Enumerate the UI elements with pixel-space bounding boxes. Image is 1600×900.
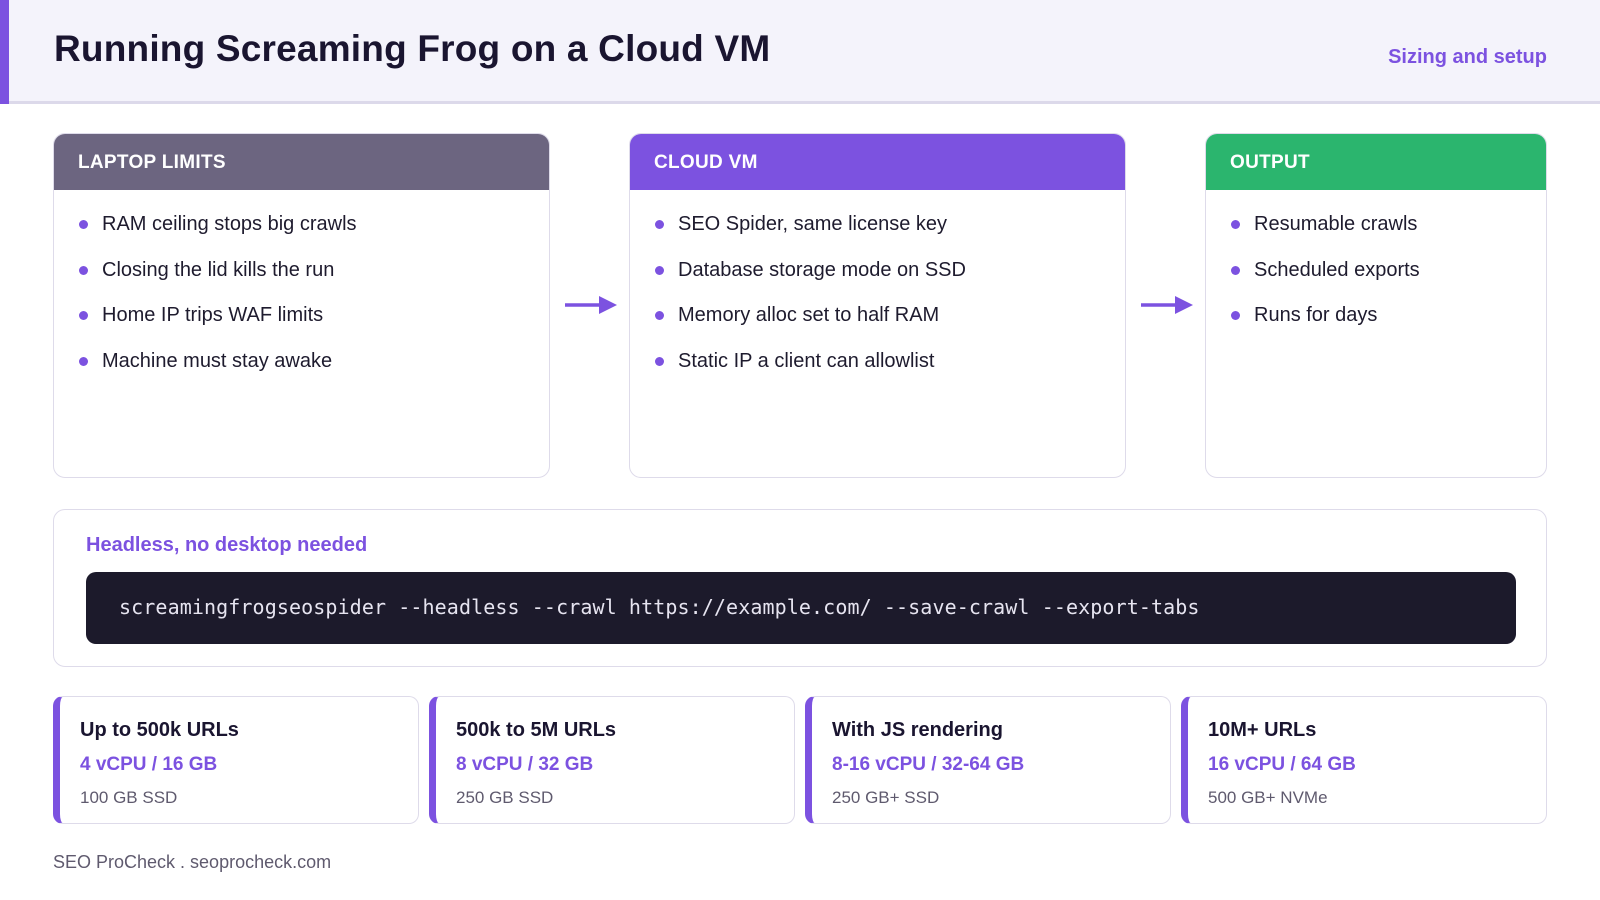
list-item-text: Static IP a client can allowlist <box>678 349 935 372</box>
page-subtitle: Sizing and setup <box>1388 46 1547 68</box>
bullet-dot-icon <box>1231 311 1240 320</box>
sizing-tier-card: 500k to 5M URLs 8 vCPU / 32 GB 250 GB SS… <box>429 696 795 824</box>
list-item-text: Machine must stay awake <box>102 349 333 372</box>
page-title: Running Screaming Frog on a Cloud VM <box>54 28 771 69</box>
tier-disk: 100 GB SSD <box>80 788 178 807</box>
panel-heading: OUTPUT <box>1206 134 1546 190</box>
sizing-tier-card: Up to 500k URLs 4 vCPU / 16 GB 100 GB SS… <box>53 696 419 824</box>
bullet-dot-icon <box>79 311 88 320</box>
tier-name: 500k to 5M URLs <box>456 719 617 741</box>
bullet-dot-icon <box>655 311 664 320</box>
list-item-text: SEO Spider, same license key <box>678 213 948 235</box>
bullet-dot-icon <box>655 220 664 229</box>
headless-command-panel: Headless, no desktop needed screamingfro… <box>53 509 1547 667</box>
list-item-text: Resumable crawls <box>1254 213 1418 235</box>
list-item: Closing the lid kills the run <box>78 254 549 300</box>
bullet-dot-icon <box>655 356 664 366</box>
command-title: Headless, no desktop needed <box>86 534 368 556</box>
terminal-block: screamingfrogseospider --headless --craw… <box>86 572 1516 644</box>
bullet-list: RAM ceiling stops big crawls Closing the… <box>54 190 549 390</box>
tier-disk: 250 GB+ SSD <box>832 788 940 807</box>
list-item: Memory alloc set to half RAM <box>654 299 1125 345</box>
cloud-vm-panel: CLOUD VM SEO Spider, same license key Da… <box>629 133 1126 478</box>
tier-spec: 8-16 vCPU / 32-64 GB <box>832 754 1025 775</box>
tier-name: 10M+ URLs <box>1208 719 1317 741</box>
list-item: Scheduled exports <box>1230 254 1546 300</box>
list-item-text: Home IP trips WAF limits <box>102 304 324 326</box>
tier-disk: 500 GB+ NVMe <box>1208 788 1328 807</box>
tier-spec: 4 vCPU / 16 GB <box>80 754 218 775</box>
list-item-text: Scheduled exports <box>1254 258 1420 281</box>
footer-credit: SEO ProCheck . seoprocheck.com <box>53 852 332 872</box>
list-item: RAM ceiling stops big crawls <box>78 208 549 254</box>
tier-spec: 16 vCPU / 64 GB <box>1208 754 1356 775</box>
list-item-text: Database storage mode on SSD <box>678 258 966 281</box>
panel-heading: CLOUD VM <box>630 134 1125 190</box>
list-item-text: Closing the lid kills the run <box>102 258 335 281</box>
laptop-limits-panel: LAPTOP LIMITS RAM ceiling stops big craw… <box>53 133 550 478</box>
bullet-list: Resumable crawls Scheduled exports Runs … <box>1206 190 1546 345</box>
sizing-tier-card: 10M+ URLs 16 vCPU / 64 GB 500 GB+ NVMe <box>1181 696 1547 824</box>
list-item: Runs for days <box>1230 299 1546 345</box>
output-panel: OUTPUT Resumable crawls Scheduled export… <box>1205 133 1547 478</box>
bullet-dot-icon <box>79 220 88 229</box>
list-item: Database storage mode on SSD <box>654 254 1125 300</box>
tier-disk: 250 GB SSD <box>456 788 554 807</box>
tier-name: Up to 500k URLs <box>80 719 239 741</box>
bullet-dot-icon <box>79 356 88 366</box>
list-item-text: Memory alloc set to half RAM <box>678 304 940 326</box>
list-item: Resumable crawls <box>1230 208 1546 254</box>
tier-spec: 8 vCPU / 32 GB <box>456 754 594 775</box>
bullet-dot-icon <box>79 265 88 275</box>
tier-name: With JS rendering <box>832 719 1003 741</box>
panel-heading: LAPTOP LIMITS <box>54 134 549 190</box>
bullet-dot-icon <box>1231 265 1240 275</box>
list-item: Machine must stay awake <box>78 345 549 391</box>
sizing-tier-card: With JS rendering 8-16 vCPU / 32-64 GB 2… <box>805 696 1171 824</box>
header-accent-bar <box>0 0 9 104</box>
arrow-right-icon <box>565 296 617 314</box>
bullet-dot-icon <box>655 265 664 275</box>
list-item: Home IP trips WAF limits <box>78 299 549 345</box>
list-item-text: Runs for days <box>1254 304 1378 326</box>
list-item: SEO Spider, same license key <box>654 208 1125 254</box>
bullet-dot-icon <box>1231 220 1240 229</box>
bullet-list: SEO Spider, same license key Database st… <box>630 190 1125 390</box>
list-item-text: RAM ceiling stops big crawls <box>102 213 357 235</box>
command-code[interactable]: screamingfrogseospider --headless --craw… <box>119 595 1200 619</box>
header: Running Screaming Frog on a Cloud VM Siz… <box>0 0 1600 104</box>
list-item: Static IP a client can allowlist <box>654 345 1125 391</box>
arrow-right-icon <box>1141 296 1193 314</box>
